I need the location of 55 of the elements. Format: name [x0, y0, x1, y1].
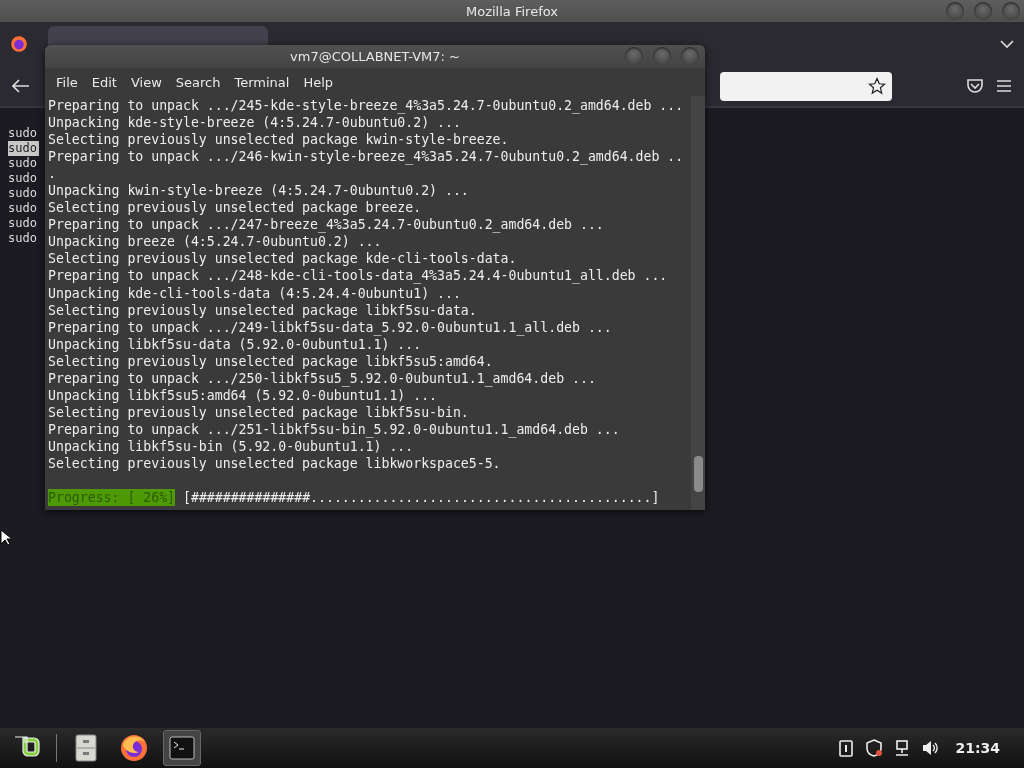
progress-label: Progress: [ 26%]: [48, 489, 176, 507]
terminal-line: Selecting previously unselected package kde-cli-tools-data.: [48, 250, 518, 268]
terminal-line: Selecting previously unselected package libkf5su-bin.: [48, 403, 470, 421]
clock[interactable]: 21:34: [955, 740, 1000, 756]
output-line: sudo: [8, 216, 38, 231]
clipboard-icon[interactable]: [837, 739, 856, 757]
back-arrow-icon[interactable]: [12, 79, 30, 93]
pocket-icon[interactable]: [966, 78, 984, 94]
terminal-line: Unpacking libkf5su-bin (5.92.0-0ubuntu1.1) ...: [48, 438, 415, 455]
progress-text: [###############...........................................]: [183, 489, 660, 507]
window-title: Mozilla Firefox: [466, 3, 558, 19]
terminal-line: Selecting previously unselected package breeze.: [48, 199, 423, 217]
output-line: sudo: [8, 186, 38, 201]
terminal-line: Preparing to unpack .../249-libkf5su-data_5.92.0-0ubuntu1.1_all.deb ...: [48, 318, 613, 336]
file-cabinet-icon[interactable]: [75, 734, 97, 762]
output-line: sudo: [8, 201, 38, 216]
terminal-line: Unpacking libkf5su5:amd64 (5.92.0-0ubuntu1.1) ...: [48, 387, 439, 404]
menu-item[interactable]: Terminal: [231, 74, 301, 90]
terminal-line: Unpacking kde-style-breeze (4:5.24.7-0ubuntu0.2) ...: [48, 114, 462, 132]
output-line: sudo: [8, 171, 38, 186]
output-line: sudo: [8, 126, 38, 141]
terminal-line: Preparing to unpack .../246-kwin-style-breeze_4%3a5.24.7-0ubuntu0.2_amd64.deb ..: [48, 148, 685, 166]
scrollbar-thumb[interactable]: [693, 456, 703, 492]
address-field[interactable]: [720, 71, 892, 101]
chevron-down-icon[interactable]: [1000, 39, 1014, 49]
terminal-line: Unpacking kde-cli-tools-data (4:5.24.4-0ubuntu1) ...: [48, 284, 462, 302]
menu-item[interactable]: Search: [172, 74, 232, 90]
terminal-line: Unpacking libkf5su-data (5.92.0-0ubuntu1.1) ...: [48, 336, 423, 353]
terminal-line: Preparing to unpack .../247-breeze_4%3a5.24.7-0ubuntu0.2_amd64.deb ...: [48, 216, 605, 234]
window-title: vm7@COLLABNET-VM7: ~: [290, 49, 460, 64]
terminal-line: Preparing to unpack .../248-kde-cli-tools-data_4%3a5.24.4-0ubuntu1_all.deb ...: [48, 267, 669, 285]
terminal-line: Selecting previously unselected package libkf5su5:amd64.: [48, 352, 494, 370]
menu-item[interactable]: Help: [300, 74, 345, 90]
shield-icon[interactable]: [865, 739, 884, 757]
terminal-line: Unpacking breeze (4:5.24.7-0ubuntu0.2) ...: [48, 233, 383, 251]
menu-item[interactable]: Edit: [88, 74, 128, 90]
terminal-line: Preparing to unpack .../251-libkf5su-bin_5.92.0-0ubuntu1.1_amd64.deb ...: [48, 420, 621, 438]
firefox-icon[interactable]: [10, 35, 28, 53]
terminal-line: Selecting previously unselected package libkworkspace5-5.: [48, 455, 502, 473]
output-line: sudo: [8, 231, 38, 246]
terminal-icon[interactable]: [169, 736, 195, 760]
terminal-line: .: [48, 165, 57, 183]
menu-icon[interactable]: [996, 79, 1012, 93]
terminal-line: Selecting previously unselected package libkf5su-data.: [48, 301, 478, 319]
star-icon[interactable]: [868, 77, 886, 95]
terminal-line: Preparing to unpack .../250-libkf5su5_5.92.0-0ubuntu1.1_amd64.deb ...: [48, 369, 597, 387]
terminal-line: Unpacking kwin-style-breeze (4:5.24.7-0ubuntu0.2) ...: [48, 182, 470, 200]
terminal-line: Selecting previously unselected package kwin-style-breeze.: [48, 131, 510, 149]
output-line: sudo: [8, 156, 38, 171]
menu-item[interactable]: File: [53, 74, 89, 90]
volume-icon[interactable]: [921, 739, 940, 757]
mouse-pointer-icon: [0, 529, 11, 546]
scrollbar[interactable]: [691, 96, 705, 510]
menu-item[interactable]: View: [127, 74, 173, 90]
terminal-line: Preparing to unpack .../245-kde-style-breeze_4%3a5.24.7-0ubuntu0.2_amd64.deb ...: [48, 97, 685, 115]
